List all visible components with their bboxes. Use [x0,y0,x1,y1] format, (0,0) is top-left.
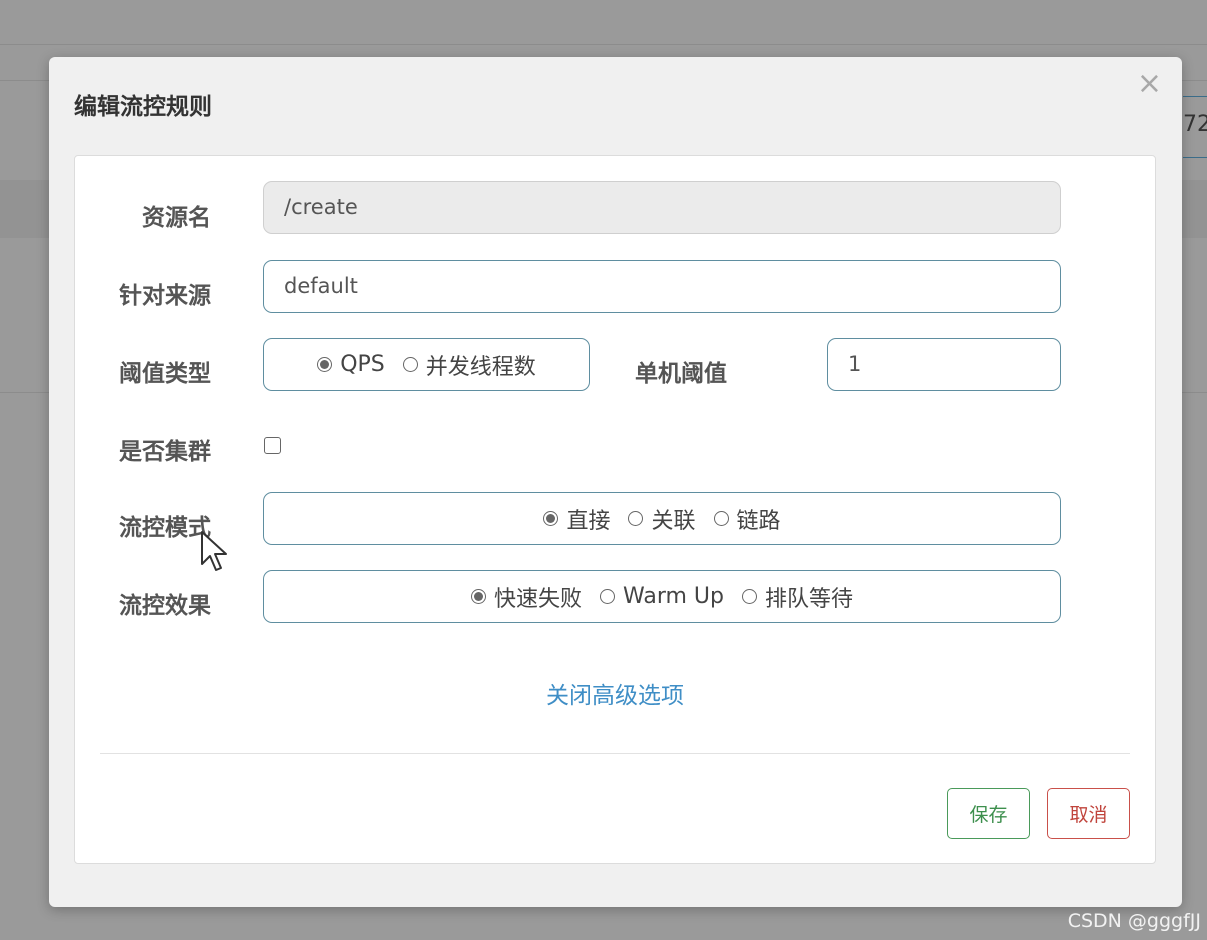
flow-effect-label: 流控效果 [119,593,211,619]
cluster-label: 是否集群 [119,439,211,465]
radio-concurrent-threads-label: 并发线程数 [425,354,536,380]
toggle-advanced-options-link[interactable]: 关闭高级选项 [75,676,1155,710]
resource-input[interactable]: /create [263,181,1061,234]
radio-associated-label: 关联 [651,508,696,534]
cluster-checkbox[interactable] [264,437,281,454]
radio-qps-label: QPS [340,352,385,377]
radio-checked-icon[interactable] [470,589,486,604]
radio-checked-icon[interactable] [543,511,559,526]
radio-qps[interactable]: QPS [317,352,385,377]
radio-unchecked-icon[interactable] [741,589,757,604]
radio-chain-label: 链路 [736,508,781,534]
radio-unchecked-icon[interactable] [713,511,729,526]
dialog-title: 编辑流控规则 [74,94,212,120]
radio-chain[interactable]: 链路 [713,503,781,535]
radio-direct-label: 直接 [566,508,611,534]
flow-mode-radio-group: 直接 关联 链路 [263,492,1061,545]
radio-associated[interactable]: 关联 [628,503,696,535]
radio-checked-icon[interactable] [317,357,333,372]
radio-unchecked-icon[interactable] [628,511,644,526]
cancel-button[interactable]: 取消 [1047,788,1130,839]
watermark: CSDN @gggfJJ [1067,910,1201,932]
mouse-pointer-icon [201,531,227,571]
save-button[interactable]: 保存 [947,788,1030,839]
edit-flow-rule-dialog: 编辑流控规则 × 资源名 /create 针对来源 default 阈值类型 Q… [49,57,1182,907]
resource-label: 资源名 [142,205,211,231]
single-threshold-input[interactable]: 1 [827,338,1061,391]
close-icon[interactable]: × [1137,69,1162,99]
background-divider [0,44,1207,45]
origin-label: 针对来源 [119,283,211,309]
flow-effect-radio-group: 快速失败 Warm Up 排队等待 [263,570,1061,623]
origin-input[interactable]: default [263,260,1061,313]
radio-unchecked-icon[interactable] [600,589,615,604]
threshold-type-label: 阈值类型 [119,361,211,387]
radio-queue[interactable]: 排队等待 [741,581,853,613]
threshold-type-radio-group: QPS 并发线程数 [263,338,590,391]
footer-divider [100,753,1130,754]
radio-fail-fast-label: 快速失败 [493,586,582,612]
radio-warm-up[interactable]: Warm Up [600,584,724,609]
form-panel: 资源名 /create 针对来源 default 阈值类型 QPS 并发线程数 … [74,155,1156,864]
flow-mode-label: 流控模式 [119,515,211,541]
radio-queue-label: 排队等待 [764,586,853,612]
radio-fail-fast[interactable]: 快速失败 [470,581,582,613]
radio-warm-up-label: Warm Up [623,584,724,609]
radio-direct[interactable]: 直接 [543,503,610,535]
background-text: 72 [1183,112,1207,137]
radio-unchecked-icon[interactable] [402,357,418,372]
radio-concurrent-threads[interactable]: 并发线程数 [402,349,536,381]
single-threshold-label: 单机阈值 [635,361,727,387]
